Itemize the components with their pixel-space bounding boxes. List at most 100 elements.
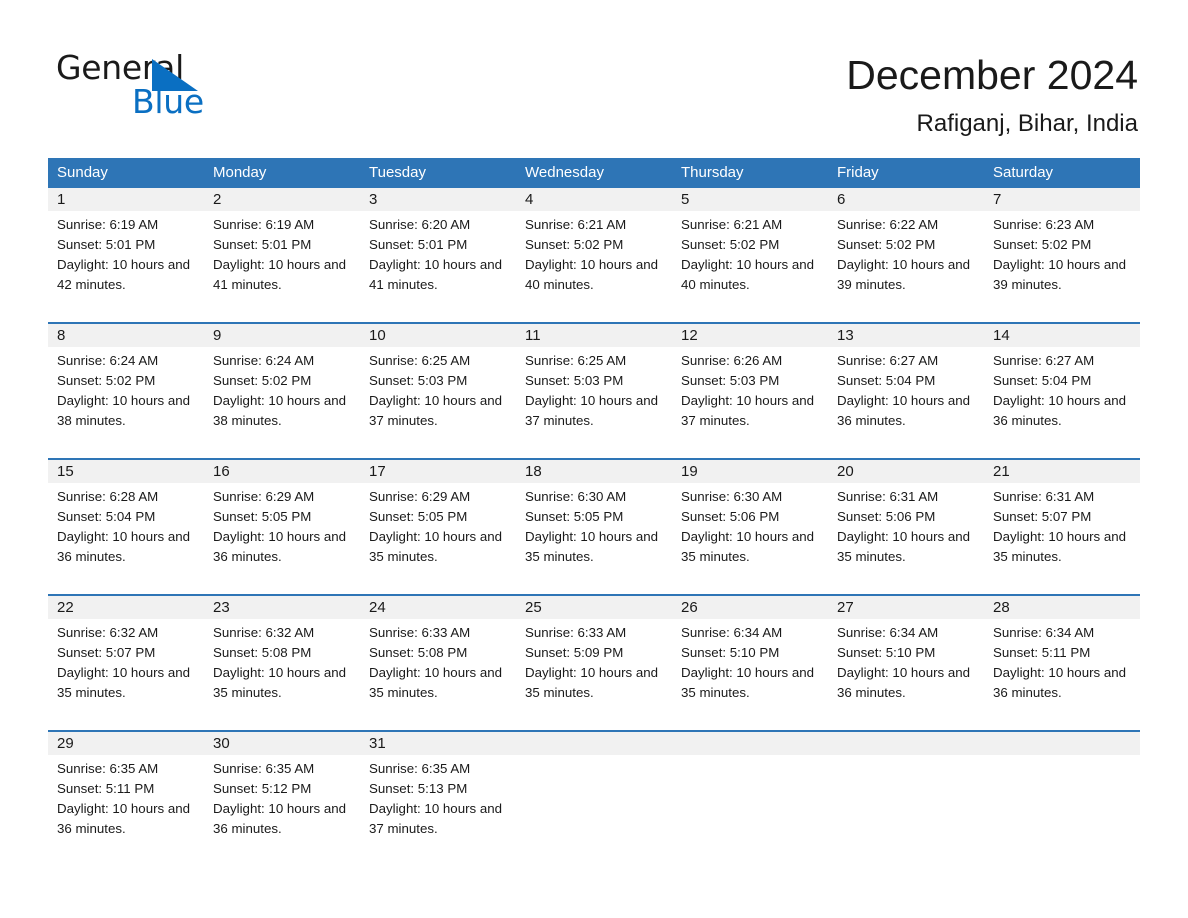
- sunrise-text: Sunrise: 6:34 AM: [837, 625, 939, 640]
- sunrise-text: Sunrise: 6:35 AM: [57, 761, 159, 776]
- sunrise-text: Sunrise: 6:30 AM: [681, 489, 783, 504]
- daylight-text: Daylight: 10 hours and 36 minutes.: [57, 529, 191, 564]
- sunrise-text: Sunrise: 6:33 AM: [525, 625, 627, 640]
- day-cell[interactable]: Sunrise: 6:32 AM Sunset: 5:07 PM Dayligh…: [48, 619, 204, 731]
- day-cell[interactable]: Sunrise: 6:29 AM Sunset: 5:05 PM Dayligh…: [204, 483, 360, 595]
- day-number[interactable]: 18: [516, 458, 672, 483]
- day-cell[interactable]: Sunrise: 6:33 AM Sunset: 5:09 PM Dayligh…: [516, 619, 672, 731]
- day-number[interactable]: 21: [984, 458, 1140, 483]
- day-number[interactable]: 4: [516, 188, 672, 211]
- day-cell[interactable]: Sunrise: 6:22 AM Sunset: 5:02 PM Dayligh…: [828, 211, 984, 323]
- daylight-text: Daylight: 10 hours and 40 minutes.: [525, 257, 659, 292]
- sunrise-text: Sunrise: 6:33 AM: [369, 625, 471, 640]
- day-number[interactable]: 6: [828, 188, 984, 211]
- day-cell[interactable]: Sunrise: 6:31 AM Sunset: 5:07 PM Dayligh…: [984, 483, 1140, 595]
- day-number[interactable]: 2: [204, 188, 360, 211]
- day-number[interactable]: 24: [360, 594, 516, 619]
- daylight-text: Daylight: 10 hours and 35 minutes.: [57, 665, 191, 700]
- sunset-text: Sunset: 5:01 PM: [213, 237, 312, 252]
- day-number[interactable]: 26: [672, 594, 828, 619]
- day-number[interactable]: 29: [48, 730, 204, 755]
- daylight-text: Daylight: 10 hours and 37 minutes.: [369, 393, 503, 428]
- day-cell[interactable]: Sunrise: 6:35 AM Sunset: 5:12 PM Dayligh…: [204, 755, 360, 867]
- day-cell[interactable]: Sunrise: 6:23 AM Sunset: 5:02 PM Dayligh…: [984, 211, 1140, 323]
- day-cell[interactable]: Sunrise: 6:34 AM Sunset: 5:11 PM Dayligh…: [984, 619, 1140, 731]
- day-cell[interactable]: Sunrise: 6:35 AM Sunset: 5:13 PM Dayligh…: [360, 755, 516, 867]
- day-number[interactable]: 17: [360, 458, 516, 483]
- day-cell[interactable]: Sunrise: 6:28 AM Sunset: 5:04 PM Dayligh…: [48, 483, 204, 595]
- day-cell[interactable]: Sunrise: 6:21 AM Sunset: 5:02 PM Dayligh…: [516, 211, 672, 323]
- sunrise-text: Sunrise: 6:23 AM: [993, 217, 1095, 232]
- day-number[interactable]: 5: [672, 188, 828, 211]
- day-cell[interactable]: Sunrise: 6:21 AM Sunset: 5:02 PM Dayligh…: [672, 211, 828, 323]
- sunrise-text: Sunrise: 6:29 AM: [213, 489, 315, 504]
- sunset-text: Sunset: 5:11 PM: [57, 781, 155, 796]
- sunset-text: Sunset: 5:02 PM: [57, 373, 156, 388]
- day-number[interactable]: 27: [828, 594, 984, 619]
- day-number[interactable]: 31: [360, 730, 516, 755]
- day-cell[interactable]: Sunrise: 6:27 AM Sunset: 5:04 PM Dayligh…: [984, 347, 1140, 459]
- day-cell[interactable]: Sunrise: 6:20 AM Sunset: 5:01 PM Dayligh…: [360, 211, 516, 323]
- day-cell[interactable]: Sunrise: 6:34 AM Sunset: 5:10 PM Dayligh…: [672, 619, 828, 731]
- day-number[interactable]: 20: [828, 458, 984, 483]
- day-cell[interactable]: Sunrise: 6:29 AM Sunset: 5:05 PM Dayligh…: [360, 483, 516, 595]
- day-cell[interactable]: Sunrise: 6:24 AM Sunset: 5:02 PM Dayligh…: [204, 347, 360, 459]
- day-cell[interactable]: Sunrise: 6:27 AM Sunset: 5:04 PM Dayligh…: [828, 347, 984, 459]
- day-number[interactable]: 30: [204, 730, 360, 755]
- weekday-header-tuesday: Tuesday: [360, 158, 516, 188]
- day-number[interactable]: 11: [516, 322, 672, 347]
- day-cell[interactable]: Sunrise: 6:35 AM Sunset: 5:11 PM Dayligh…: [48, 755, 204, 867]
- sunset-text: Sunset: 5:05 PM: [369, 509, 468, 524]
- sunrise-text: Sunrise: 6:27 AM: [837, 353, 939, 368]
- day-cell[interactable]: Sunrise: 6:26 AM Sunset: 5:03 PM Dayligh…: [672, 347, 828, 459]
- sunrise-text: Sunrise: 6:35 AM: [213, 761, 315, 776]
- day-number[interactable]: 3: [360, 188, 516, 211]
- day-number[interactable]: 25: [516, 594, 672, 619]
- day-cell[interactable]: Sunrise: 6:19 AM Sunset: 5:01 PM Dayligh…: [204, 211, 360, 323]
- sunrise-text: Sunrise: 6:19 AM: [213, 217, 315, 232]
- day-number[interactable]: 19: [672, 458, 828, 483]
- daylight-text: Daylight: 10 hours and 35 minutes.: [837, 529, 971, 564]
- daylight-text: Daylight: 10 hours and 37 minutes.: [369, 801, 503, 836]
- day-number-empty: [984, 730, 1140, 755]
- day-cell[interactable]: Sunrise: 6:33 AM Sunset: 5:08 PM Dayligh…: [360, 619, 516, 731]
- day-cell[interactable]: Sunrise: 6:31 AM Sunset: 5:06 PM Dayligh…: [828, 483, 984, 595]
- sunset-text: Sunset: 5:05 PM: [525, 509, 624, 524]
- day-number[interactable]: 15: [48, 458, 204, 483]
- day-cell-empty: [828, 755, 984, 867]
- sunset-text: Sunset: 5:06 PM: [837, 509, 936, 524]
- sunset-text: Sunset: 5:10 PM: [837, 645, 936, 660]
- day-cell[interactable]: Sunrise: 6:30 AM Sunset: 5:06 PM Dayligh…: [672, 483, 828, 595]
- day-number[interactable]: 8: [48, 322, 204, 347]
- day-number[interactable]: 1: [48, 188, 204, 211]
- day-number[interactable]: 7: [984, 188, 1140, 211]
- day-number[interactable]: 13: [828, 322, 984, 347]
- day-number[interactable]: 12: [672, 322, 828, 347]
- day-number[interactable]: 14: [984, 322, 1140, 347]
- day-cell[interactable]: Sunrise: 6:24 AM Sunset: 5:02 PM Dayligh…: [48, 347, 204, 459]
- day-number-empty: [828, 730, 984, 755]
- day-cell[interactable]: Sunrise: 6:30 AM Sunset: 5:05 PM Dayligh…: [516, 483, 672, 595]
- daylight-text: Daylight: 10 hours and 36 minutes.: [57, 801, 191, 836]
- generalblue-logo[interactable]: General Blue: [56, 48, 206, 124]
- day-cell[interactable]: Sunrise: 6:25 AM Sunset: 5:03 PM Dayligh…: [360, 347, 516, 459]
- day-number[interactable]: 16: [204, 458, 360, 483]
- day-cell[interactable]: Sunrise: 6:25 AM Sunset: 5:03 PM Dayligh…: [516, 347, 672, 459]
- day-number[interactable]: 28: [984, 594, 1140, 619]
- day-cell[interactable]: Sunrise: 6:19 AM Sunset: 5:01 PM Dayligh…: [48, 211, 204, 323]
- week-daynumbers-row: 22 23 24 25 26 27 28: [48, 594, 1140, 619]
- week-daynumbers-row: 8 9 10 11 12 13 14: [48, 322, 1140, 347]
- day-number[interactable]: 10: [360, 322, 516, 347]
- sunrise-text: Sunrise: 6:34 AM: [993, 625, 1095, 640]
- day-cell-empty: [984, 755, 1140, 867]
- day-cell[interactable]: Sunrise: 6:32 AM Sunset: 5:08 PM Dayligh…: [204, 619, 360, 731]
- calendar-container: Sunday Monday Tuesday Wednesday Thursday…: [48, 158, 1140, 867]
- day-number[interactable]: 9: [204, 322, 360, 347]
- day-number[interactable]: 22: [48, 594, 204, 619]
- week-details-row: Sunrise: 6:24 AM Sunset: 5:02 PM Dayligh…: [48, 347, 1140, 459]
- day-cell[interactable]: Sunrise: 6:34 AM Sunset: 5:10 PM Dayligh…: [828, 619, 984, 731]
- day-number[interactable]: 23: [204, 594, 360, 619]
- weekday-header-friday: Friday: [828, 158, 984, 188]
- daylight-text: Daylight: 10 hours and 35 minutes.: [525, 529, 659, 564]
- week-details-row: Sunrise: 6:35 AM Sunset: 5:11 PM Dayligh…: [48, 755, 1140, 867]
